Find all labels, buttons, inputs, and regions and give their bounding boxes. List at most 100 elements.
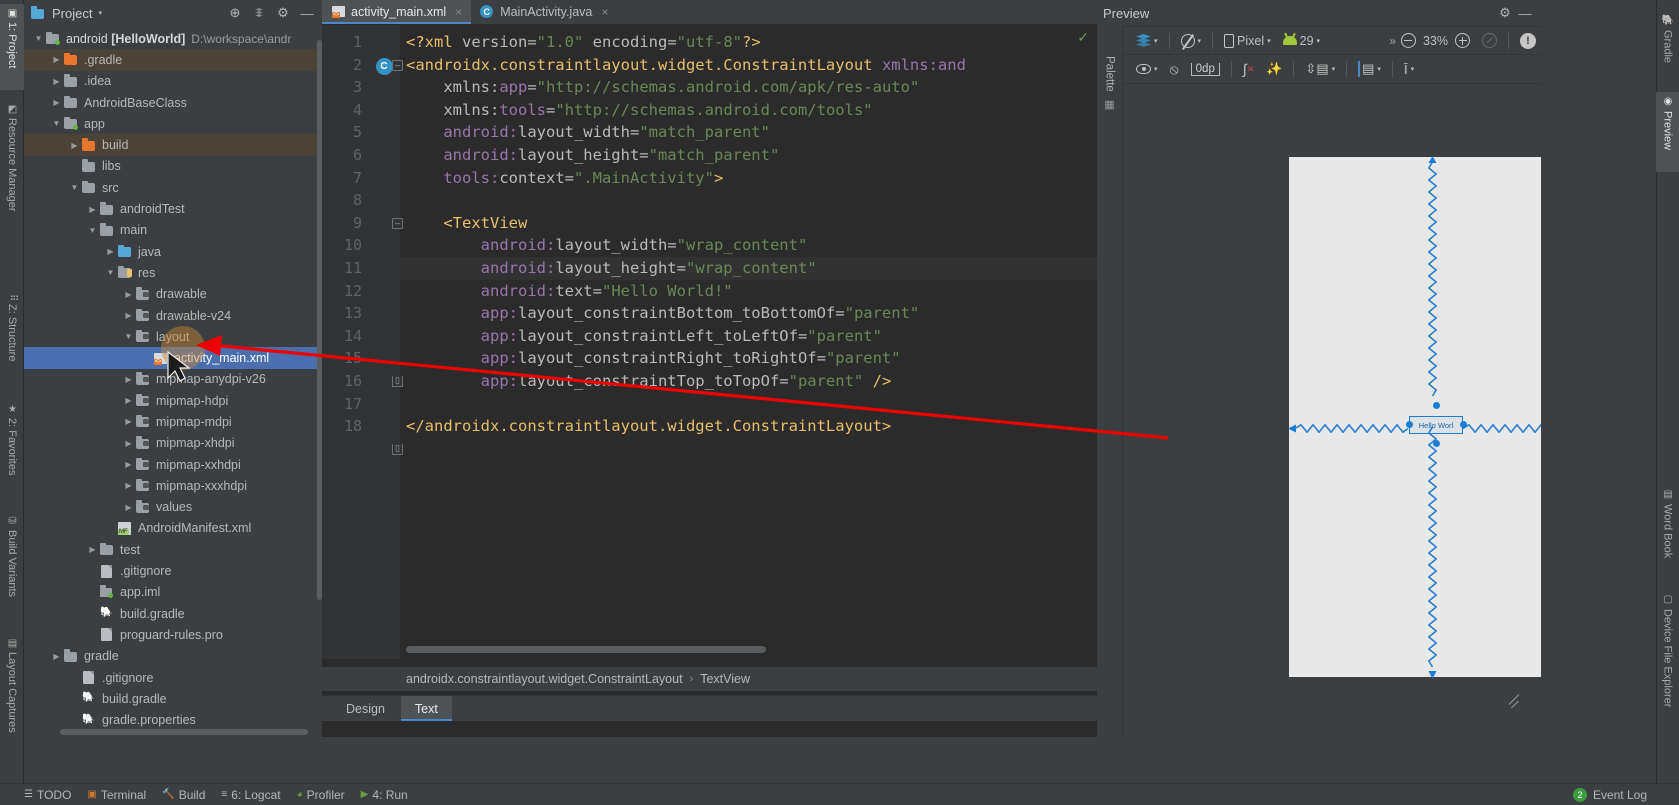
- code-line[interactable]: [400, 189, 1097, 212]
- chevron-right-icon[interactable]: ▶: [68, 716, 81, 725]
- zoom-out-button[interactable]: [1396, 30, 1421, 52]
- chevron-right-icon[interactable]: ▶: [50, 652, 63, 661]
- chevron-right-icon[interactable]: ▶: [68, 694, 81, 703]
- status-terminal[interactable]: ▣ Terminal: [87, 788, 146, 802]
- api-level-selector[interactable]: 29 ▾: [1278, 30, 1325, 52]
- chevron-right-icon[interactable]: ▶: [68, 141, 81, 150]
- tree-item[interactable]: ▶ gradle: [24, 646, 322, 667]
- tree-item[interactable]: ▼ layout: [24, 326, 322, 347]
- tree-item[interactable]: ▶ java: [24, 241, 322, 262]
- rail-item-gradle[interactable]: 🐘 Gradle: [1656, 10, 1679, 90]
- chevron-down-icon[interactable]: ▼: [86, 226, 99, 235]
- zoom-fit-button[interactable]: [1477, 29, 1502, 52]
- chevron-right-icon[interactable]: ▶: [122, 439, 135, 448]
- tree-item[interactable]: ▶ drawable: [24, 284, 322, 305]
- locate-target-icon[interactable]: ⊕: [226, 4, 244, 22]
- chevron-right-icon[interactable]: ▶: [122, 417, 135, 426]
- component-tree-icon[interactable]: ▦: [1103, 98, 1116, 111]
- rail-item-favorites[interactable]: ★ 2: Favorites: [0, 400, 24, 510]
- chevron-right-icon[interactable]: ▶: [104, 524, 117, 533]
- code-line[interactable]: app:layout_constraintRight_toRightOf="pa…: [400, 347, 1097, 370]
- code-line[interactable]: app:layout_constraintLeft_toLeftOf="pare…: [400, 325, 1097, 348]
- palette-rail[interactable]: Palette ▦: [1097, 26, 1123, 737]
- chevron-right-icon[interactable]: ▶: [50, 98, 63, 107]
- chevron-right-icon[interactable]: ▶: [86, 630, 99, 639]
- tree-item[interactable]: ▶ mipmap-hdpi: [24, 390, 322, 411]
- tree-item[interactable]: ▶ values: [24, 497, 322, 518]
- chevron-right-icon[interactable]: ▶: [122, 503, 135, 512]
- tree-item[interactable]: ▶ .gitignore: [24, 560, 322, 581]
- code-area[interactable]: 1 2 3 4 5 6 7 8 9 10 11 12 13 14 15 16 17 18 C – – ▯ ▯ <?…: [322, 25, 1097, 659]
- align-button[interactable]: ▤ ▾: [1353, 58, 1386, 80]
- editor-hscrollbar[interactable]: [406, 646, 766, 653]
- chevron-right-icon[interactable]: ▶: [122, 375, 135, 384]
- status-event-log[interactable]: 2 Event Log: [1572, 787, 1647, 802]
- chevron-right-icon[interactable]: ▶: [68, 162, 81, 171]
- visibility-button[interactable]: ▾: [1131, 58, 1163, 80]
- tree-item[interactable]: ▼ res: [24, 262, 322, 283]
- tree-item[interactable]: ▶ test: [24, 539, 322, 560]
- tree-item[interactable]: ▶ .gradle: [24, 49, 322, 71]
- tree-item-selected[interactable]: ▶ activity_main.xml: [24, 347, 322, 369]
- code-line[interactable]: <?xml version="1.0" encoding="utf-8"?>: [400, 31, 1097, 54]
- chevron-right-icon[interactable]: ▶: [122, 396, 135, 405]
- tree-item[interactable]: ▶ mipmap-xxhdpi: [24, 454, 322, 475]
- chevron-right-icon[interactable]: ▶: [86, 609, 99, 618]
- close-icon[interactable]: ×: [455, 5, 462, 19]
- tree-item[interactable]: ▶ drawable-v24: [24, 305, 322, 326]
- rail-item-layout-captures[interactable]: ▤ Layout Captures: [0, 634, 24, 759]
- tab-activity-main-xml[interactable]: activity_main.xml ×: [322, 0, 472, 24]
- chevron-right-icon[interactable]: ▶: [68, 673, 81, 682]
- design-canvas[interactable]: Hello Worl: [1123, 85, 1541, 737]
- rail-item-project[interactable]: ▣ 1: Project: [0, 4, 24, 90]
- settings-icon[interactable]: ⚙: [274, 4, 292, 22]
- chevron-down-icon[interactable]: ▼: [32, 34, 45, 43]
- textview-widget[interactable]: Hello Worl: [1409, 416, 1463, 434]
- code-content[interactable]: <?xml version="1.0" encoding="utf-8"?> <a…: [400, 25, 1097, 659]
- code-line[interactable]: <androidx.constraintlayout.widget.Constr…: [400, 54, 1097, 77]
- zoom-in-button[interactable]: [1450, 30, 1475, 52]
- tree-item[interactable]: ▼ android [HelloWorld] D:\workspace\andr: [24, 28, 322, 49]
- design-mode-button[interactable]: ▾: [1131, 30, 1163, 52]
- inspection-ok-icon[interactable]: ✓: [1077, 29, 1089, 46]
- tree-item[interactable]: ▶ build: [24, 134, 322, 156]
- chevron-right-icon[interactable]: ▶: [50, 77, 63, 86]
- chevron-right-icon[interactable]: ▶: [86, 567, 99, 576]
- tree-item[interactable]: ▶ .idea: [24, 71, 322, 92]
- chevron-right-icon[interactable]: ▶: [122, 290, 135, 299]
- status-build[interactable]: 🔨 Build: [162, 788, 205, 802]
- chevron-right-icon[interactable]: ▶: [122, 481, 135, 490]
- chevron-right-icon[interactable]: ▶: [104, 247, 117, 256]
- code-line[interactable]: android:layout_height="match_parent": [400, 144, 1097, 167]
- collapse-all-icon[interactable]: ⩨: [250, 4, 268, 22]
- tree-item[interactable]: ▶ libs: [24, 156, 322, 177]
- code-line[interactable]: xmlns:tools="http://schemas.android.com/…: [400, 99, 1097, 122]
- tree-item[interactable]: ▶ app.iml: [24, 582, 322, 603]
- tree-item[interactable]: ▶ .gitignore: [24, 667, 322, 688]
- code-line[interactable]: android:layout_width="match_parent": [400, 121, 1097, 144]
- breadcrumb-root[interactable]: androidx.constraintlayout.widget.Constra…: [406, 672, 683, 686]
- device-selector[interactable]: Pixel ▾: [1219, 30, 1276, 52]
- tree-item[interactable]: ▶ AndroidBaseClass: [24, 92, 322, 113]
- code-line[interactable]: xmlns:app="http://schemas.android.com/ap…: [400, 76, 1097, 99]
- status-logcat[interactable]: ≡ 6: Logcat: [221, 788, 280, 802]
- tab-text[interactable]: Text: [400, 696, 452, 721]
- default-margin-button[interactable]: 0dp: [1186, 58, 1225, 80]
- project-tree-hscrollbar[interactable]: [60, 729, 308, 735]
- rail-item-preview[interactable]: ◉ Preview: [1656, 92, 1679, 172]
- code-line[interactable]: [400, 393, 1097, 416]
- tree-item[interactable]: ▶ AndroidManifest.xml: [24, 518, 322, 539]
- chevron-down-icon[interactable]: ▼: [122, 332, 135, 341]
- chevron-right-icon[interactable]: ▶: [86, 545, 99, 554]
- rail-item-structure[interactable]: ⠿ Z: Structure: [0, 290, 24, 400]
- chevron-down-icon[interactable]: ▼: [68, 183, 81, 192]
- tree-item[interactable]: ▼ main: [24, 220, 322, 241]
- close-icon[interactable]: ×: [601, 5, 608, 19]
- resize-handle-left[interactable]: [1406, 421, 1413, 428]
- chevron-right-icon[interactable]: ▶: [86, 205, 99, 214]
- project-tree[interactable]: ▼ android [HelloWorld] D:\workspace\andr ▶.…: [24, 26, 322, 737]
- tree-item[interactable]: ▶ androidTest: [24, 198, 322, 219]
- chevron-right-icon[interactable]: ▶: [122, 460, 135, 469]
- status-run[interactable]: ▶ 4: Run: [361, 788, 408, 802]
- rail-item-device-file-explorer[interactable]: ▢ Device File Explorer: [1656, 590, 1679, 740]
